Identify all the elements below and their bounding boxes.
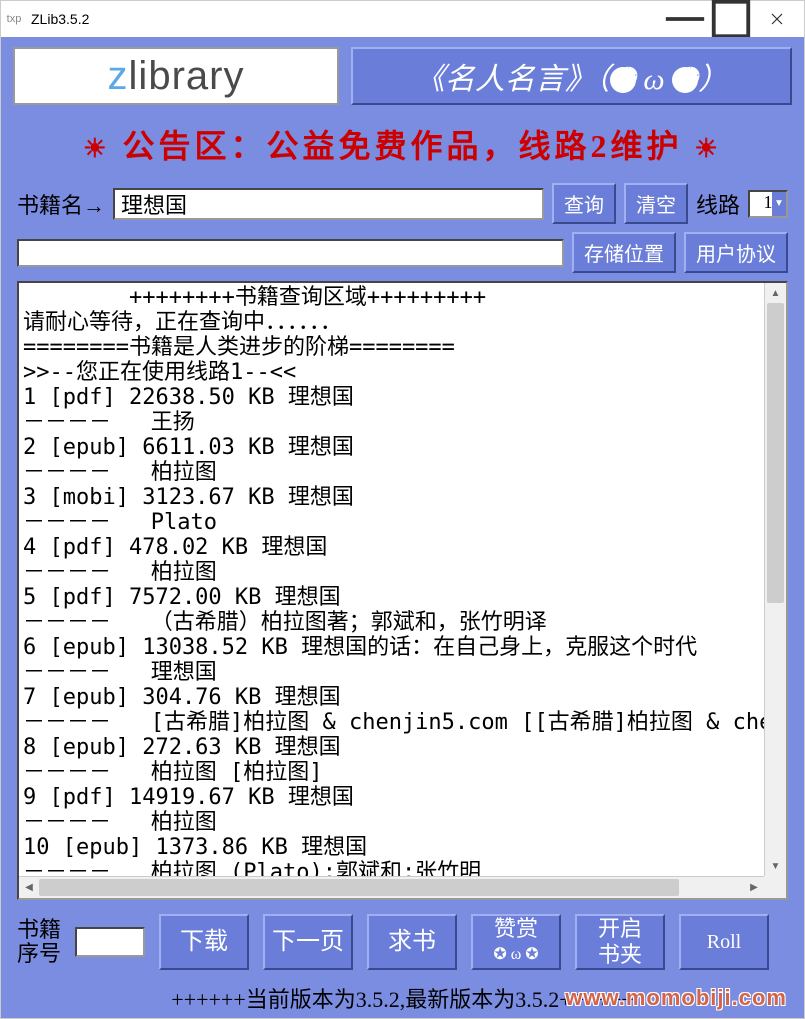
download-button[interactable]: 下载 [159,914,249,970]
user-agreement-button[interactable]: 用户协议 [684,232,788,273]
horizontal-scrollbar[interactable]: ◀ ▶ [19,876,764,898]
sun-icon: ☀ [695,134,722,163]
chevron-down-icon: ▼ [772,192,786,216]
query-button[interactable]: 查询 [552,183,616,224]
scroll-left-icon[interactable]: ◀ [19,877,39,898]
clear-button[interactable]: 清空 [624,183,688,224]
logo: zlibrary [13,47,339,105]
logo-text: library [129,54,245,99]
sun-icon: ☀ [83,134,110,163]
scroll-down-icon[interactable]: ▼ [765,856,786,876]
version-text: ++++++当前版本为3.5.2,最新版本为3.5.2++++++ [13,980,792,1014]
seq-label: 书籍 序号 [17,918,61,966]
praise-button[interactable]: 赞赏✪ ω ✪ [471,914,561,970]
minimize-button[interactable] [662,3,708,35]
roll-button[interactable]: Roll [679,914,769,970]
next-page-button[interactable]: 下一页 [263,914,353,970]
star-icon: ✪ [610,67,636,93]
results-panel: ++++++++书籍查询区域+++++++++ 请耐心等待，正在查询中．．．．．… [17,281,788,900]
announcement: ☀ 公告区：公益免费作品，线路2维护 ☀ [13,113,792,175]
book-name-label: 书籍名→ [17,188,105,220]
app-window: txp ZLib3.5.2 zlibrary 《名人名言》（✪ ω ✪） ☀ 公… [0,0,805,1019]
open-folder-button[interactable]: 开启书夹 [575,914,665,970]
client-area: zlibrary 《名人名言》（✪ ω ✪） ☀ 公告区：公益免费作品，线路2维… [1,37,804,1018]
quote-button[interactable]: 《名人名言》（✪ ω ✪） [351,47,792,105]
close-button[interactable] [754,3,800,35]
search-row: 书籍名→ 查询 清空 线路 1 ▼ [13,183,792,224]
results-text[interactable]: ++++++++书籍查询区域+++++++++ 请耐心等待，正在查询中．．．．．… [19,283,764,876]
titlebar: txp ZLib3.5.2 [1,1,804,37]
window-title: ZLib3.5.2 [31,11,662,27]
storage-location-button[interactable]: 存储位置 [572,232,676,273]
path-row: 存储位置 用户协议 [13,232,792,273]
line-label: 线路 [696,188,740,220]
scroll-thumb-v[interactable] [767,303,784,603]
quote-text: 《名人名言》（✪ ω ✪） [415,54,728,98]
scroll-up-icon[interactable]: ▲ [765,283,786,303]
scroll-right-icon[interactable]: ▶ [744,877,764,898]
bottom-row: 书籍 序号 下载 下一页 求书 赞赏✪ ω ✪ 开启书夹 Roll [13,908,792,972]
book-name-input[interactable] [113,188,544,220]
line-select[interactable]: 1 ▼ [748,190,788,218]
vertical-scrollbar[interactable]: ▲ ▼ [764,283,786,876]
scroll-thumb-h[interactable] [39,879,679,896]
scroll-corner [764,876,786,898]
request-book-button[interactable]: 求书 [367,914,457,970]
top-row: zlibrary 《名人名言》（✪ ω ✪） [13,47,792,105]
logo-z: z [108,54,129,99]
announcement-text: 公告区：公益免费作品，线路2维护 [122,128,682,164]
storage-path-input[interactable] [17,239,564,267]
maximize-button[interactable] [708,3,754,35]
star-icon: ✪ [672,67,698,93]
seq-input[interactable] [75,927,145,957]
app-icon: txp [5,10,23,28]
